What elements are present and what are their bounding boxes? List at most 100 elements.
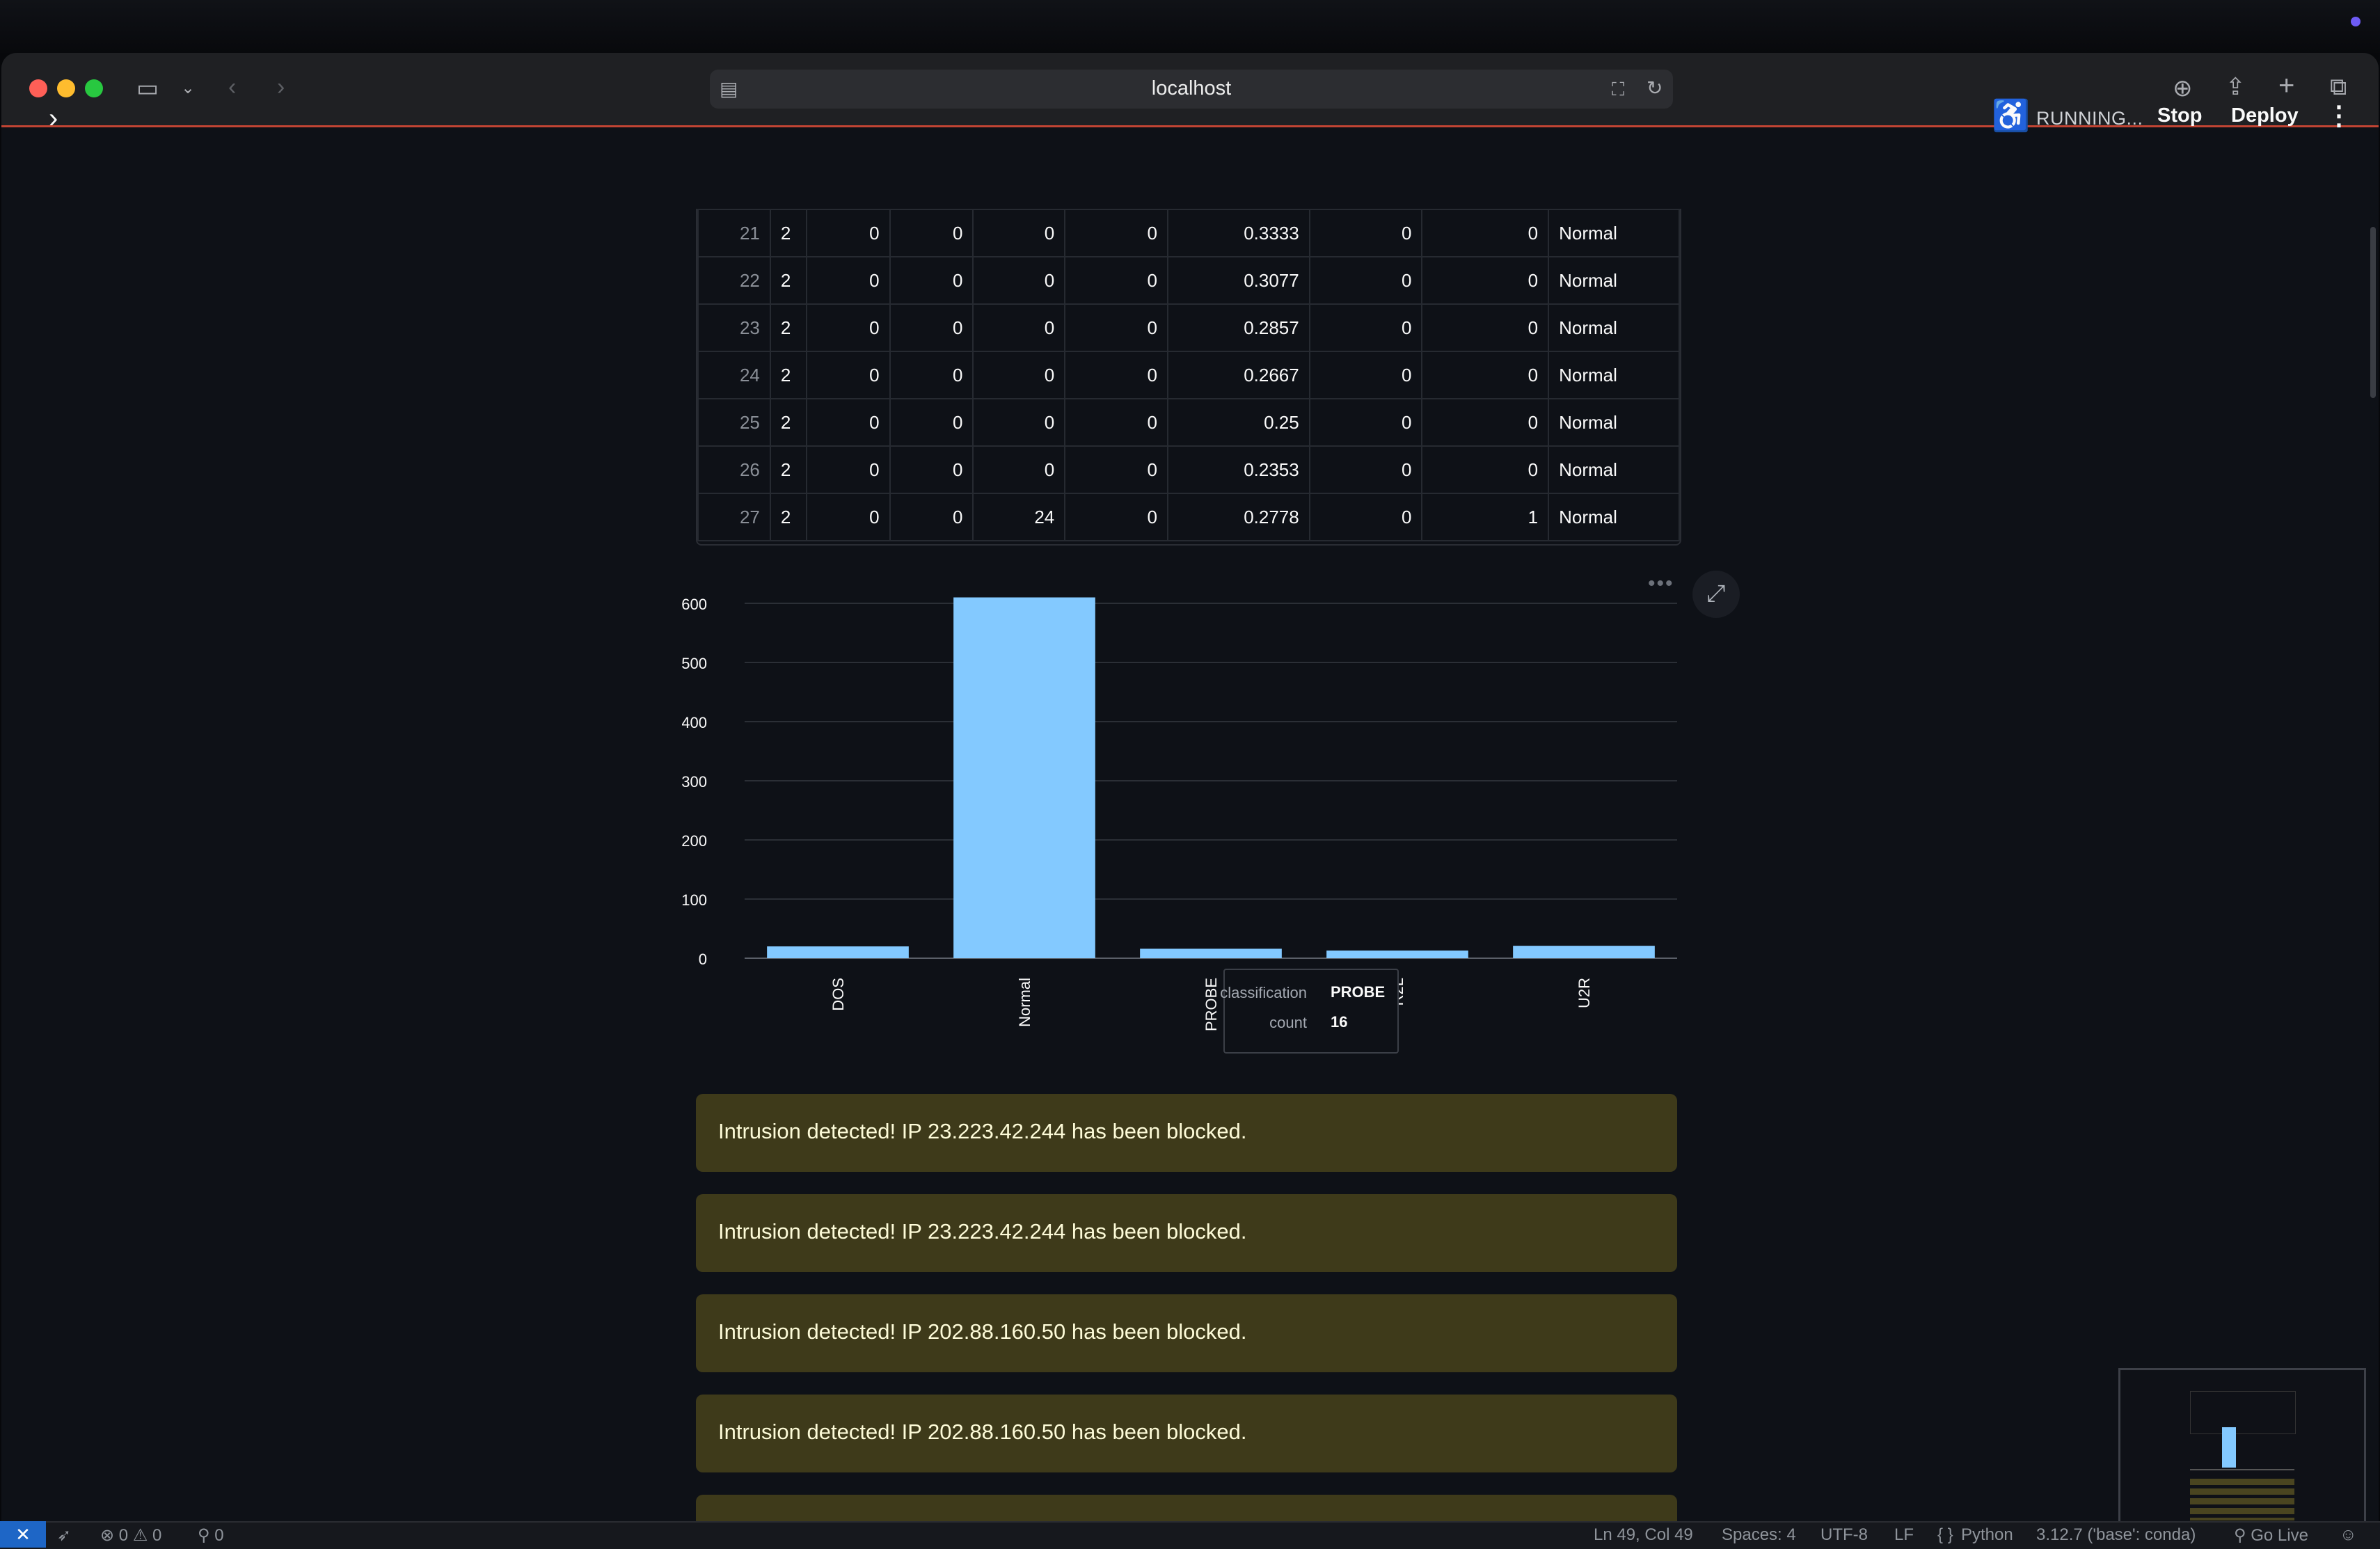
table-cell[interactable]: 0 xyxy=(805,256,891,305)
row-index-cell[interactable]: 24 xyxy=(697,351,771,399)
table-cell[interactable]: 0 xyxy=(889,445,974,494)
table-cell[interactable]: Normal xyxy=(1548,351,1680,399)
row-index-cell[interactable]: 27 xyxy=(697,493,771,541)
go-live-button[interactable]: ⚲ Go Live xyxy=(2234,1525,2308,1546)
table-cell[interactable]: Normal xyxy=(1548,398,1680,447)
tab-overview-icon[interactable]: ⧉ xyxy=(2330,75,2347,99)
cursor-position[interactable]: Ln 49, Col 49 xyxy=(1594,1525,1693,1545)
table-cell[interactable]: 0 xyxy=(1308,398,1423,447)
back-icon[interactable]: ‹ xyxy=(228,75,236,99)
table-cell[interactable]: 0 xyxy=(1308,351,1423,399)
table-cell[interactable]: 0 xyxy=(889,351,974,399)
table-cell[interactable]: 0 xyxy=(1308,445,1423,494)
table-cell[interactable]: 0 xyxy=(1064,398,1168,447)
table-cell[interactable]: 0.3333 xyxy=(1166,209,1310,257)
table-cell[interactable]: 0 xyxy=(805,398,891,447)
table-cell[interactable]: 0.2353 xyxy=(1166,445,1310,494)
sidebar-toggle-icon[interactable]: ▭ xyxy=(136,77,159,100)
table-cell[interactable]: 0 xyxy=(1421,303,1550,352)
table-cell[interactable]: 0 xyxy=(1064,445,1168,494)
downloads-icon[interactable]: ⊕ xyxy=(2173,77,2193,100)
table-cell[interactable]: 2 xyxy=(769,445,807,494)
table-row[interactable]: 23 2 0 0 0 0 0.2857 0 0 Normal xyxy=(697,303,1680,352)
table-cell[interactable]: 0 xyxy=(1421,351,1550,399)
table-cell[interactable]: Normal xyxy=(1548,303,1680,352)
table-cell[interactable]: 1 xyxy=(1421,493,1550,541)
table-cell[interactable]: 0 xyxy=(972,256,1066,305)
table-cell[interactable]: 0 xyxy=(805,209,891,257)
table-row[interactable]: 21 2 0 0 0 0 0.3333 0 0 Normal xyxy=(697,209,1680,257)
classification-bar-chart[interactable]: 0100200300400500600DOSNormalPROBER2LU2R xyxy=(682,571,1698,1072)
table-cell[interactable]: 0.2667 xyxy=(1166,351,1310,399)
table-cell[interactable]: 0 xyxy=(1308,256,1423,305)
table-cell[interactable]: Normal xyxy=(1548,209,1680,257)
row-index-cell[interactable]: 22 xyxy=(697,256,771,305)
table-cell[interactable]: 0 xyxy=(889,398,974,447)
encoding[interactable]: UTF-8 xyxy=(1820,1525,1868,1545)
table-cell[interactable]: 0 xyxy=(972,398,1066,447)
rocket-icon[interactable]: ➶ xyxy=(57,1525,71,1546)
forward-icon[interactable]: › xyxy=(277,75,285,99)
bar-dos[interactable] xyxy=(767,946,909,958)
table-cell[interactable]: 2 xyxy=(769,303,807,352)
sidebar-expand-icon[interactable]: › xyxy=(49,103,58,134)
table-row[interactable]: 26 2 0 0 0 0 0.2353 0 0 Normal xyxy=(697,445,1680,494)
table-row[interactable]: 27 2 0 0 24 0 0.2778 0 1 Normal xyxy=(697,493,1680,541)
minimize-window-button[interactable] xyxy=(57,79,75,97)
chart-more-icon[interactable]: ••• xyxy=(1648,572,1674,596)
table-cell[interactable]: 0 xyxy=(805,351,891,399)
table-cell[interactable]: 0 xyxy=(805,445,891,494)
table-cell[interactable]: 0 xyxy=(1308,493,1423,541)
stop-button[interactable]: Stop xyxy=(2157,104,2202,127)
row-index-cell[interactable]: 25 xyxy=(697,398,771,447)
new-tab-icon[interactable]: + xyxy=(2278,72,2294,100)
table-cell[interactable]: 2 xyxy=(769,351,807,399)
table-row[interactable]: 24 2 0 0 0 0 0.2667 0 0 Normal xyxy=(697,351,1680,399)
bar-u2r[interactable] xyxy=(1513,946,1655,958)
table-cell[interactable]: 2 xyxy=(769,398,807,447)
main-menu-icon[interactable]: ⋮ xyxy=(2326,100,2352,132)
table-cell[interactable]: Normal xyxy=(1548,493,1680,541)
table-cell[interactable]: 0 xyxy=(972,303,1066,352)
table-row[interactable]: 25 2 0 0 0 0 0.25 0 0 Normal xyxy=(697,398,1680,447)
line-ending[interactable]: LF xyxy=(1894,1525,1914,1545)
table-cell[interactable]: 0 xyxy=(1064,209,1168,257)
table-cell[interactable]: 0 xyxy=(972,445,1066,494)
table-cell[interactable]: 0 xyxy=(1064,256,1168,305)
table-cell[interactable]: 24 xyxy=(972,493,1066,541)
table-cell[interactable]: 0 xyxy=(1308,303,1423,352)
table-cell[interactable]: 0 xyxy=(1064,303,1168,352)
table-cell[interactable]: 0 xyxy=(805,303,891,352)
table-cell[interactable]: 2 xyxy=(769,209,807,257)
python-interpreter[interactable]: 3.12.7 ('base': conda) xyxy=(2036,1525,2196,1545)
table-cell[interactable]: 2 xyxy=(769,493,807,541)
table-cell[interactable]: 0 xyxy=(1421,209,1550,257)
indentation[interactable]: Spaces: 4 xyxy=(1722,1525,1796,1545)
table-cell[interactable]: 0 xyxy=(805,493,891,541)
table-row[interactable]: 22 2 0 0 0 0 0.3077 0 0 Normal xyxy=(697,256,1680,305)
translate-icon[interactable]: ⛶ xyxy=(1612,77,1624,101)
table-cell[interactable]: 0.25 xyxy=(1166,398,1310,447)
deploy-button[interactable]: Deploy xyxy=(2231,104,2299,127)
table-cell[interactable]: 0 xyxy=(972,351,1066,399)
table-cell[interactable]: 0 xyxy=(972,209,1066,257)
table-cell[interactable]: 0 xyxy=(1421,445,1550,494)
table-cell[interactable]: 2 xyxy=(769,256,807,305)
table-cell[interactable]: 0 xyxy=(1064,351,1168,399)
row-index-cell[interactable]: 26 xyxy=(697,445,771,494)
table-cell[interactable]: 0 xyxy=(1064,493,1168,541)
share-icon[interactable]: ⇪ xyxy=(2226,75,2246,99)
dataframe[interactable]: 21 2 0 0 0 0 0.3333 0 0 Normal 22 2 0 0 0 0 0.3077 0 0 Norm… xyxy=(696,209,1681,546)
address-bar[interactable]: ▤ localhost ⛶ ↻ xyxy=(710,70,1673,109)
table-cell[interactable]: 0 xyxy=(1308,209,1423,257)
bar-probe[interactable] xyxy=(1140,948,1282,958)
row-index-cell[interactable]: 21 xyxy=(697,209,771,257)
fullscreen-icon[interactable]: ⤢ xyxy=(1692,571,1740,618)
row-index-cell[interactable]: 23 xyxy=(697,303,771,352)
table-cell[interactable]: Normal xyxy=(1548,445,1680,494)
ports-indicator[interactable]: ⚲ 0 xyxy=(198,1525,224,1546)
table-cell[interactable]: 0.2778 xyxy=(1166,493,1310,541)
maximize-window-button[interactable] xyxy=(85,79,103,97)
page-minimap[interactable] xyxy=(2118,1368,2366,1530)
reload-icon[interactable]: ↻ xyxy=(1647,77,1663,100)
